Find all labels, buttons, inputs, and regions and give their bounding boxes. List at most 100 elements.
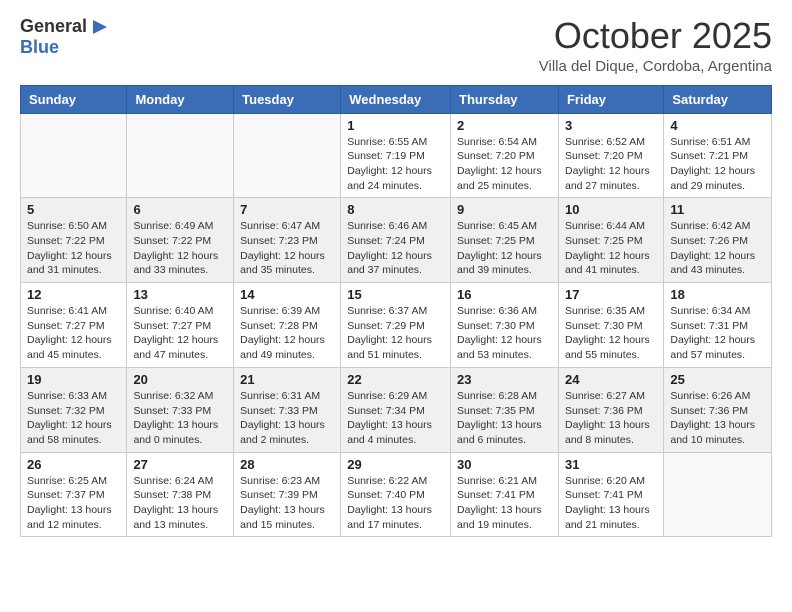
day-info: Sunrise: 6:40 AM Sunset: 7:27 PM Dayligh… [133,304,227,363]
day-info: Sunrise: 6:47 AM Sunset: 7:23 PM Dayligh… [240,219,334,278]
logo: General Blue [20,16,111,58]
day-number: 31 [565,457,657,472]
day-number: 23 [457,372,552,387]
day-number: 18 [670,287,765,302]
calendar-cell: 7 Sunrise: 6:47 AM Sunset: 7:23 PM Daylig… [234,198,341,283]
day-number: 21 [240,372,334,387]
calendar-week-row: 1 Sunrise: 6:55 AM Sunset: 7:19 PM Daylig… [21,113,772,198]
day-info: Sunrise: 6:22 AM Sunset: 7:40 PM Dayligh… [347,474,444,533]
day-info: Sunrise: 6:20 AM Sunset: 7:41 PM Dayligh… [565,474,657,533]
calendar-week-row: 12 Sunrise: 6:41 AM Sunset: 7:27 PM Dayli… [21,283,772,368]
day-number: 10 [565,202,657,217]
calendar-cell: 13 Sunrise: 6:40 AM Sunset: 7:27 PM Dayli… [127,283,234,368]
day-number: 7 [240,202,334,217]
day-number: 9 [457,202,552,217]
calendar-cell: 8 Sunrise: 6:46 AM Sunset: 7:24 PM Daylig… [341,198,451,283]
day-info: Sunrise: 6:32 AM Sunset: 7:33 PM Dayligh… [133,389,227,448]
day-info: Sunrise: 6:42 AM Sunset: 7:26 PM Dayligh… [670,219,765,278]
day-info: Sunrise: 6:37 AM Sunset: 7:29 PM Dayligh… [347,304,444,363]
calendar-header-friday: Friday [558,85,663,113]
calendar-cell: 1 Sunrise: 6:55 AM Sunset: 7:19 PM Daylig… [341,113,451,198]
day-number: 5 [27,202,120,217]
calendar-week-row: 5Sunrise: 6:50 AM Sunset: 7:22 PM Daylig… [21,198,772,283]
day-number: 1 [347,118,444,133]
calendar-cell [664,452,772,537]
day-number: 6 [133,202,227,217]
calendar-header-saturday: Saturday [664,85,772,113]
calendar-week-row: 19Sunrise: 6:33 AM Sunset: 7:32 PM Dayli… [21,367,772,452]
day-info: Sunrise: 6:39 AM Sunset: 7:28 PM Dayligh… [240,304,334,363]
calendar-cell: 11 Sunrise: 6:42 AM Sunset: 7:26 PM Dayli… [664,198,772,283]
day-info: Sunrise: 6:24 AM Sunset: 7:38 PM Dayligh… [133,474,227,533]
day-number: 12 [27,287,120,302]
calendar-header-wednesday: Wednesday [341,85,451,113]
day-number: 19 [27,372,120,387]
day-number: 8 [347,202,444,217]
day-info: Sunrise: 6:45 AM Sunset: 7:25 PM Dayligh… [457,219,552,278]
calendar-cell: 24 Sunrise: 6:27 AM Sunset: 7:36 PM Dayli… [558,367,663,452]
day-number: 11 [670,202,765,217]
calendar-cell: 9 Sunrise: 6:45 AM Sunset: 7:25 PM Daylig… [451,198,559,283]
day-number: 13 [133,287,227,302]
calendar-cell: 18 Sunrise: 6:34 AM Sunset: 7:31 PM Dayli… [664,283,772,368]
calendar-cell: 28 Sunrise: 6:23 AM Sunset: 7:39 PM Dayli… [234,452,341,537]
day-info: Sunrise: 6:41 AM Sunset: 7:27 PM Dayligh… [27,304,120,363]
calendar-cell: 26 Sunrise: 6:25 AM Sunset: 7:37 PM Dayli… [21,452,127,537]
day-info: Sunrise: 6:27 AM Sunset: 7:36 PM Dayligh… [565,389,657,448]
day-number: 15 [347,287,444,302]
calendar-cell: 30Sunrise: 6:21 AM Sunset: 7:41 PM Dayli… [451,452,559,537]
day-info: Sunrise: 6:49 AM Sunset: 7:22 PM Dayligh… [133,219,227,278]
calendar-cell: 25Sunrise: 6:26 AM Sunset: 7:36 PM Dayli… [664,367,772,452]
day-number: 4 [670,118,765,133]
calendar-cell: 15 Sunrise: 6:37 AM Sunset: 7:29 PM Dayli… [341,283,451,368]
day-number: 22 [347,372,444,387]
day-info: Sunrise: 6:28 AM Sunset: 7:35 PM Dayligh… [457,389,552,448]
day-info: Sunrise: 6:51 AM Sunset: 7:21 PM Dayligh… [670,135,765,194]
calendar-header-row: SundayMondayTuesdayWednesdayThursdayFrid… [21,85,772,113]
calendar-cell: 20Sunrise: 6:32 AM Sunset: 7:33 PM Dayli… [127,367,234,452]
calendar-cell: 31 Sunrise: 6:20 AM Sunset: 7:41 PM Dayli… [558,452,663,537]
calendar-cell: 4 Sunrise: 6:51 AM Sunset: 7:21 PM Daylig… [664,113,772,198]
day-info: Sunrise: 6:46 AM Sunset: 7:24 PM Dayligh… [347,219,444,278]
title-month: October 2025 [539,16,772,56]
calendar-cell [21,113,127,198]
calendar-cell: 29 Sunrise: 6:22 AM Sunset: 7:40 PM Dayli… [341,452,451,537]
title-location: Villa del Dique, Cordoba, Argentina [539,58,772,75]
day-number: 28 [240,457,334,472]
calendar-cell: 16Sunrise: 6:36 AM Sunset: 7:30 PM Dayli… [451,283,559,368]
day-number: 30 [457,457,552,472]
day-info: Sunrise: 6:26 AM Sunset: 7:36 PM Dayligh… [670,389,765,448]
day-number: 24 [565,372,657,387]
day-number: 29 [347,457,444,472]
calendar-cell: 10Sunrise: 6:44 AM Sunset: 7:25 PM Dayli… [558,198,663,283]
day-info: Sunrise: 6:34 AM Sunset: 7:31 PM Dayligh… [670,304,765,363]
day-number: 16 [457,287,552,302]
calendar-cell [234,113,341,198]
calendar-cell: 5Sunrise: 6:50 AM Sunset: 7:22 PM Daylig… [21,198,127,283]
logo-blue: Blue [20,38,59,58]
day-number: 26 [27,457,120,472]
day-number: 27 [133,457,227,472]
calendar-cell: 3 Sunrise: 6:52 AM Sunset: 7:20 PM Daylig… [558,113,663,198]
day-info: Sunrise: 6:23 AM Sunset: 7:39 PM Dayligh… [240,474,334,533]
calendar-cell: 21 Sunrise: 6:31 AM Sunset: 7:33 PM Dayli… [234,367,341,452]
day-info: Sunrise: 6:25 AM Sunset: 7:37 PM Dayligh… [27,474,120,533]
day-info: Sunrise: 6:29 AM Sunset: 7:34 PM Dayligh… [347,389,444,448]
calendar-header-sunday: Sunday [21,85,127,113]
calendar-cell: 22 Sunrise: 6:29 AM Sunset: 7:34 PM Dayli… [341,367,451,452]
day-info: Sunrise: 6:55 AM Sunset: 7:19 PM Dayligh… [347,135,444,194]
day-number: 14 [240,287,334,302]
day-number: 3 [565,118,657,133]
calendar-week-row: 26 Sunrise: 6:25 AM Sunset: 7:37 PM Dayli… [21,452,772,537]
calendar-cell: 19Sunrise: 6:33 AM Sunset: 7:32 PM Dayli… [21,367,127,452]
day-info: Sunrise: 6:31 AM Sunset: 7:33 PM Dayligh… [240,389,334,448]
title-block: October 2025 Villa del Dique, Cordoba, A… [539,16,772,75]
calendar-cell: 14 Sunrise: 6:39 AM Sunset: 7:28 PM Dayli… [234,283,341,368]
calendar-header-monday: Monday [127,85,234,113]
calendar-cell: 17Sunrise: 6:35 AM Sunset: 7:30 PM Dayli… [558,283,663,368]
day-info: Sunrise: 6:35 AM Sunset: 7:30 PM Dayligh… [565,304,657,363]
page: General Blue October 2025 Villa del Diqu… [0,0,792,612]
header: General Blue October 2025 Villa del Diqu… [20,16,772,75]
calendar-header-thursday: Thursday [451,85,559,113]
day-info: Sunrise: 6:52 AM Sunset: 7:20 PM Dayligh… [565,135,657,194]
